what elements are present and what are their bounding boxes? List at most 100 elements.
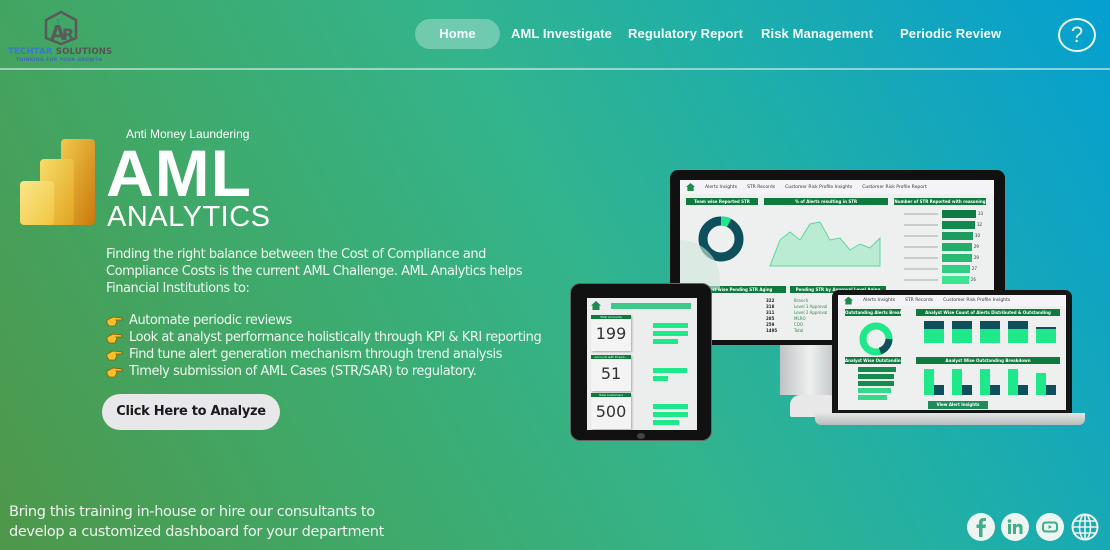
- nav-risk-management[interactable]: Risk Management: [761, 19, 873, 49]
- reason-bar: [942, 210, 976, 218]
- tablet-bar: [653, 368, 687, 373]
- nav-regulatory-report[interactable]: Regulatory Report: [628, 19, 743, 49]
- tablet-mockup: Total Accounts 199 Account with Expire...…: [570, 283, 712, 441]
- reason-bar-track-label: [904, 246, 938, 248]
- laptop-donut-chart: [859, 322, 893, 356]
- panel-title: Analyst Wise Outstanding Breakdown: [916, 357, 1060, 364]
- hero-title: AML: [106, 136, 252, 210]
- cluster-bar-a: [952, 369, 962, 395]
- reason-bar-label: 32: [976, 222, 983, 227]
- cluster-bar-b: [934, 385, 944, 395]
- aging-total-cell: 285: [766, 316, 775, 321]
- tablet-bar: [653, 420, 679, 425]
- reason-bar: [942, 221, 975, 229]
- techtar-logo[interactable]: A R T TECHTAR SOLUTIONS THINKING FOR YOU…: [6, 8, 116, 63]
- benefit-text: Timely submission of AML Cases (STR/SAR)…: [129, 364, 477, 379]
- panel-title: Team wise Reported STR: [686, 198, 758, 205]
- home-icon: [844, 296, 853, 305]
- tablet-bar: [653, 404, 688, 409]
- laptop-dashboard-tabs: Alerts Insights STR Records Customer Ris…: [838, 295, 1066, 306]
- pointing-hand-icon: [106, 366, 124, 378]
- reason-bar-label: 33: [978, 211, 984, 216]
- approval-level-cell: Total: [794, 328, 804, 333]
- approval-level-cell: Level 2 Approval: [794, 310, 828, 315]
- nav-home[interactable]: Home: [415, 19, 500, 49]
- intro-paragraph: Finding the right balance between the Co…: [106, 247, 523, 296]
- approval-level-cell: Level 1 Approval: [794, 304, 828, 309]
- kpi-value: 199: [595, 324, 627, 343]
- kpi-card: Total Customers 500: [591, 393, 631, 429]
- stacked-bar-top: [1008, 321, 1028, 329]
- dashboard-tab: STR Records: [747, 184, 776, 190]
- laptop-mockup: Alerts Insights STR Records Customer Ris…: [832, 290, 1072, 413]
- stacked-bar-top: [980, 321, 1000, 329]
- reason-bar-label: 27: [971, 266, 977, 271]
- nav-periodic-review[interactable]: Periodic Review: [900, 19, 1001, 49]
- cluster-bar-a: [1008, 369, 1018, 395]
- stacked-bar-top: [952, 321, 972, 329]
- stacked-bar-bottom: [924, 329, 944, 343]
- benefit-item: Timely submission of AML Cases (STR/SAR)…: [106, 363, 541, 380]
- tablet-bar: [653, 412, 688, 417]
- stacked-bar-top: [924, 321, 944, 329]
- cluster-bar-a: [924, 369, 934, 395]
- stage-bar: [858, 388, 891, 393]
- cluster-bar-b: [1018, 385, 1028, 395]
- stage-bar: [858, 367, 896, 372]
- tablet-dashboard-screenshot: Total Accounts 199 Account with Expire...…: [587, 298, 697, 430]
- facebook-link[interactable]: [967, 513, 995, 541]
- linkedin-link[interactable]: [1001, 513, 1029, 541]
- tablet-home-button: [637, 433, 645, 439]
- kpi-value: 500: [595, 402, 627, 421]
- help-icon: ?: [1070, 22, 1084, 47]
- stacked-bar-bottom: [980, 329, 1000, 343]
- benefit-item: Look at analyst performance holistically…: [106, 329, 542, 346]
- kpi-value: 51: [600, 364, 622, 383]
- reason-bar-track-label: [904, 257, 938, 259]
- dashboard-tab: Alerts Insights: [863, 298, 896, 303]
- panel-title: Analyst Wise Outstanding in Stage: [845, 357, 901, 364]
- nav-aml-investigate[interactable]: AML Investigate: [511, 19, 612, 49]
- dashboard-tab: Customer Risk Profile Report: [862, 184, 927, 190]
- panel-title: Analyst Wise Count of Alerts Distributed…: [916, 309, 1060, 316]
- stacked-bar-bottom: [1008, 329, 1028, 343]
- help-button[interactable]: ?: [1058, 18, 1096, 52]
- footer-text: Bring this training in-house or hire our…: [9, 504, 384, 540]
- facebook-icon: [976, 518, 986, 537]
- logo-name-part2: SOLUTIONS: [55, 47, 113, 57]
- analyze-button[interactable]: Click Here to Analyze: [102, 394, 280, 430]
- stage-bar: [858, 395, 887, 400]
- tablet-bar: [653, 376, 668, 381]
- website-link[interactable]: [1071, 513, 1099, 541]
- panel-title: Number of STR Reported with reasoning: [894, 198, 986, 205]
- stage-bar: [858, 381, 895, 386]
- area-chart: [769, 221, 881, 267]
- benefit-text: Automate periodic reviews: [129, 313, 292, 328]
- youtube-link[interactable]: [1036, 513, 1064, 541]
- laptop-dashboard-screenshot: Alerts Insights STR Records Customer Ris…: [838, 295, 1066, 410]
- kpi-card: Total Accounts 199: [591, 315, 631, 351]
- benefit-item: Automate periodic reviews: [106, 312, 541, 329]
- aging-total-cell: 259: [766, 322, 775, 327]
- reason-bar-label: 30: [974, 233, 980, 238]
- stacked-bar-bottom: [952, 329, 972, 343]
- reason-bar-track-label: [904, 213, 938, 215]
- dashboard-tab: Alerts Insights: [705, 184, 738, 190]
- dashboard-tab: Customer Risk Profile Insights: [785, 184, 853, 190]
- reason-bar-track-label: [904, 224, 938, 226]
- hero-title-analytics: ANALYTICS: [107, 201, 271, 233]
- tablet-bar: [653, 339, 678, 344]
- svg-text:T: T: [55, 18, 61, 26]
- header: A R T TECHTAR SOLUTIONS THINKING FOR YOU…: [0, 0, 1110, 70]
- stage-bar: [858, 374, 895, 379]
- reason-bar: [942, 243, 972, 251]
- reason-bar-label: 26: [970, 277, 976, 282]
- reason-bar: [942, 254, 972, 262]
- pointing-hand-icon: [106, 315, 124, 327]
- reason-bar: [942, 232, 973, 240]
- reason-bar-label: 29: [973, 244, 979, 249]
- power-bi-logo-icon: [20, 137, 96, 227]
- tablet-bar: [653, 331, 688, 336]
- benefit-text: Find tune alert generation mechanism thr…: [129, 347, 502, 362]
- cluster-bar-b: [962, 385, 972, 395]
